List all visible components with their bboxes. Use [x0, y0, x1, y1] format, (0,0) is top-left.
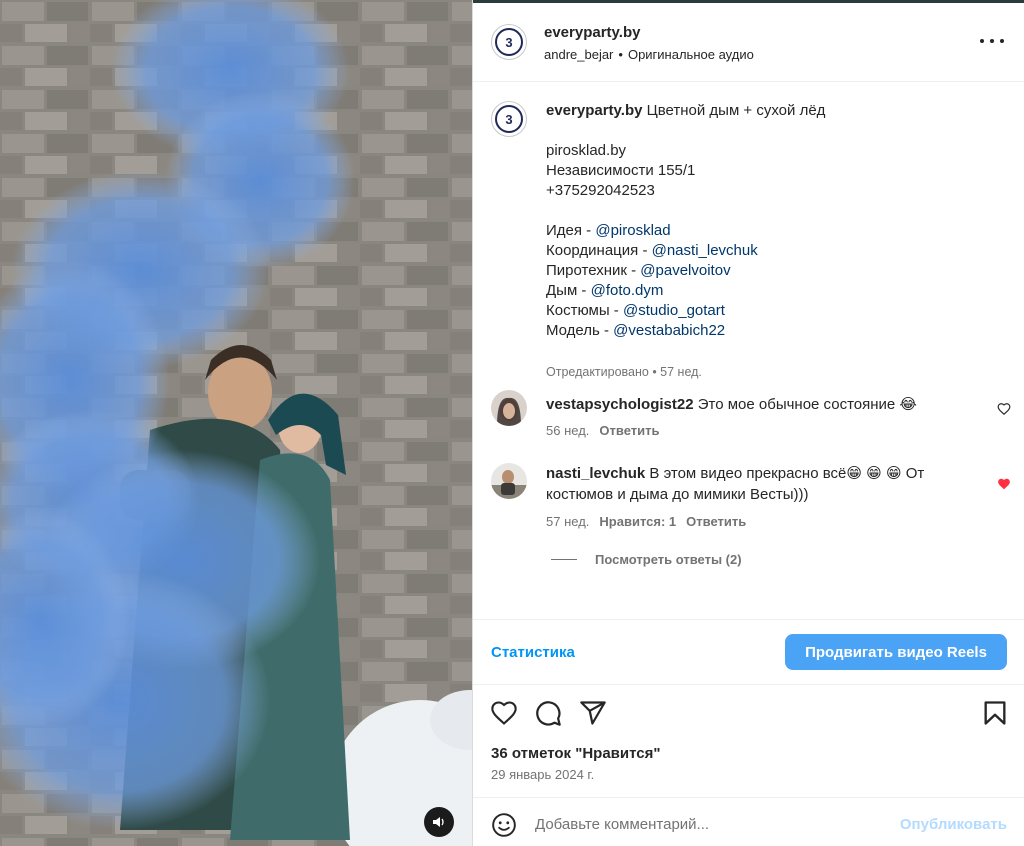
- statistics-link[interactable]: Статистика: [491, 644, 575, 661]
- mention-link[interactable]: @pirosklad: [595, 222, 670, 239]
- view-replies-label: Посмотреть ответы (2): [595, 552, 742, 567]
- reel-video[interactable]: [0, 0, 472, 846]
- share-icon[interactable]: [579, 699, 607, 727]
- comment-likes-count[interactable]: Нравится: 1: [599, 514, 676, 529]
- save-bookmark-icon[interactable]: [981, 699, 1009, 727]
- caption-text: everyparty.by Цветной дым + сухой лёд pi…: [546, 101, 1006, 341]
- post-date: 29 январь 2024 г.: [491, 767, 595, 782]
- caption-line: Независимости 155/1: [546, 162, 696, 179]
- audio-separator: •: [618, 47, 623, 62]
- dot-icon: [990, 39, 994, 43]
- emoji-icon[interactable]: [491, 812, 517, 838]
- avatar-photo: [491, 463, 527, 499]
- post-header: 3 everyparty.by andre_bejar • Оригинальное…: [473, 3, 1024, 82]
- comment-age: 56 нед.: [546, 423, 590, 438]
- view-replies-button[interactable]: Посмотреть ответы (2): [551, 552, 742, 567]
- credit-label: Координация -: [546, 242, 652, 259]
- credit-label: Дым -: [546, 282, 591, 299]
- replies-line: [551, 559, 577, 560]
- avatar-photo: [491, 390, 527, 426]
- mention-link[interactable]: @pavelvoitov: [640, 262, 730, 279]
- commenter-avatar[interactable]: [491, 390, 527, 426]
- comment-username[interactable]: nasti_levchuk: [546, 465, 645, 482]
- credit-label: Пиротехник -: [546, 262, 641, 279]
- caption-line: pirosklad.by: [546, 142, 627, 159]
- more-options-button[interactable]: [980, 33, 1004, 49]
- caption-author[interactable]: everyparty.by: [546, 102, 642, 119]
- comment-item: nasti_levchuk В этом видео прекрасно всё…: [491, 463, 1011, 538]
- audio-info: andre_bejar • Оригинальное аудио: [544, 47, 754, 62]
- avatar-logo: 3: [505, 111, 513, 127]
- author-username[interactable]: everyparty.by: [544, 24, 640, 41]
- mention-link[interactable]: @foto.dym: [591, 282, 664, 299]
- likes-count[interactable]: 36 отметок "Нравится": [491, 745, 660, 762]
- commenter-avatar[interactable]: [491, 463, 527, 499]
- author-avatar[interactable]: 3: [491, 24, 527, 60]
- like-icon[interactable]: [490, 699, 518, 727]
- sound-toggle-button[interactable]: [424, 807, 454, 837]
- add-comment-bar: Опубликовать: [473, 797, 1024, 846]
- comment-age: 57 нед.: [546, 514, 590, 529]
- mention-link[interactable]: @nasti_levchuk: [652, 242, 758, 259]
- mention-link[interactable]: @vestababich22: [613, 322, 725, 339]
- mention-link[interactable]: @studio_gotart: [623, 302, 725, 319]
- promo-bar: Статистика Продвигать видео Reels: [473, 619, 1024, 685]
- publish-button[interactable]: Опубликовать: [900, 816, 1007, 833]
- audio-username[interactable]: andre_bejar: [544, 47, 613, 62]
- boost-reel-button[interactable]: Продвигать видео Reels: [785, 634, 1007, 670]
- comment-text: nasti_levchuk В этом видео прекрасно всё…: [546, 463, 956, 505]
- video-frame: [0, 0, 472, 846]
- comment-icon[interactable]: [534, 699, 562, 727]
- comment-actions: 56 нед. Ответить: [546, 423, 669, 438]
- comment-item: vestapsychologist22 Это мое обычное сост…: [491, 390, 1011, 440]
- comment-message: Это мое обычное состояние 😂: [697, 396, 917, 413]
- speaker-icon: [433, 817, 444, 827]
- avatar-logo: 3: [505, 34, 513, 50]
- reply-button[interactable]: Ответить: [686, 514, 746, 529]
- caption-title: Цветной дым + сухой лёд: [646, 102, 826, 119]
- caption-meta: Отредактировано • 57 нед.: [546, 365, 702, 379]
- caption-author-avatar[interactable]: 3: [491, 101, 527, 137]
- dot-icon: [980, 39, 984, 43]
- comment-username[interactable]: vestapsychologist22: [546, 396, 694, 413]
- comment-text: vestapsychologist22 Это мое обычное сост…: [546, 394, 956, 415]
- audio-label[interactable]: Оригинальное аудио: [628, 47, 754, 62]
- liked-heart-icon[interactable]: [997, 477, 1011, 491]
- post-actions: [473, 697, 1024, 731]
- comment-input[interactable]: [535, 811, 865, 837]
- dot-icon: [1000, 39, 1004, 43]
- credit-label: Модель -: [546, 322, 614, 339]
- caption-line: +375292042523: [546, 182, 655, 199]
- comment-actions: 57 нед. Нравится: 1 Ответить: [546, 514, 756, 529]
- credit-label: Костюмы -: [546, 302, 623, 319]
- reply-button[interactable]: Ответить: [599, 423, 659, 438]
- post-details-panel: 3 everyparty.by andre_bejar • Оригинальное…: [473, 3, 1024, 846]
- credit-label: Идея -: [546, 222, 596, 239]
- like-comment-icon[interactable]: [997, 402, 1011, 416]
- comments-list[interactable]: 3 everyparty.by Цветной дым + сухой лёд …: [473, 83, 1024, 621]
